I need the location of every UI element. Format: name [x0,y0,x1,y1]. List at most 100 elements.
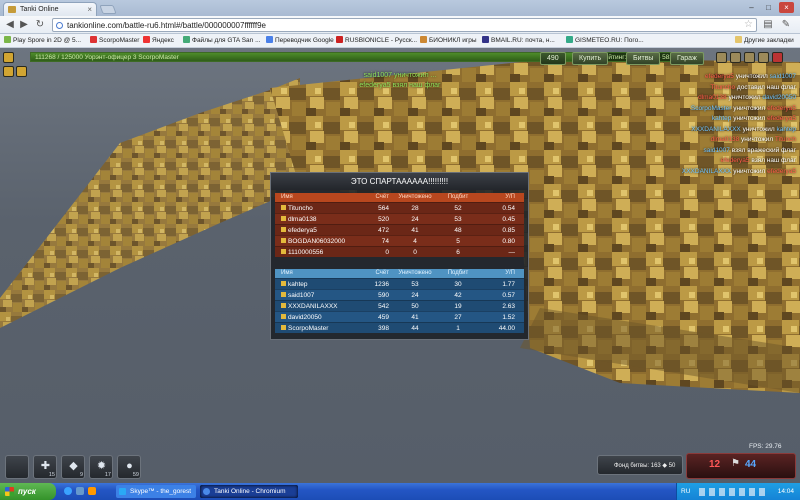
kill-feed-entry: ScorpoMaster уничтожил efederya5 [660,104,796,115]
bookmark-item[interactable]: Яндекс [143,36,174,46]
text-cell: уничтожил [742,125,775,133]
table-header: Имя Счёт Уничтожено Подбит У/П [275,269,524,278]
supply-slot-repair[interactable]: ✚ 15 [33,455,57,479]
bookmark-item[interactable]: Файлы для GTA San ... [183,36,261,46]
rank-icon [281,325,286,330]
supply-slot-damage[interactable]: ✹ 17 [89,455,113,479]
table-row: Titunchо 564 28 52 0.54 [275,202,524,213]
text-cell: said1007 [769,73,796,80]
scoreboard: ЭТО СПАРТАААААА!!!!!!!!! Имя Счёт Уничтоже… [270,172,529,340]
browser-window: Tanki Online × – □ × ◀ ▶ ↻ tankionline.c… [0,0,800,500]
text-cell: Счёт [375,194,389,200]
text-cell: BOGDAN06032000 [288,238,346,245]
rank-icon [281,205,286,210]
bookmark-item[interactable]: GISMETEO.RU: Пого... [566,36,644,46]
battle-title: ЭТО СПАРТАААААА!!!!!!!!! [271,173,528,190]
sound-icon[interactable] [730,52,741,63]
rank-icon [281,216,286,221]
tray-icons[interactable] [699,488,769,496]
wrench-icon[interactable]: ✎ [780,19,792,31]
close-tab-icon[interactable]: × [87,5,92,14]
bookmark-icon [420,36,427,43]
text-cell: Файлы для GTA San ... [192,37,261,44]
garage-button[interactable]: Гараж [670,52,704,65]
ie-icon[interactable] [64,487,72,495]
folder-icon [735,36,742,43]
menu-icon[interactable] [3,52,14,63]
rank-icon [281,238,286,243]
kill-feed-entry: kahtep уничтожил efederya5 [660,114,796,125]
text-cell: уничтожил [735,73,768,80]
text-cell: уничтожил [733,104,766,112]
text-cell: Tituncho [710,83,736,91]
text-cell: Другие закладки [744,37,794,44]
help-icon[interactable] [758,52,769,63]
text-cell: 0 [413,249,417,256]
start-button[interactable]: пуск [0,483,56,500]
fps-counter: FPS: 29.76 [749,443,782,450]
bookmark-item[interactable]: БИОНИКЛ игры [420,36,477,46]
battle-message: said1007 уничтожил ... [363,72,437,79]
text-cell: Битвы [633,55,654,62]
table-row: efederya5 472 41 48 0.85 [275,224,524,235]
bookmark-item[interactable]: ВМАIL.RU: почта, н... [482,36,555,46]
new-tab-button[interactable] [99,5,117,14]
grid-icon[interactable] [3,66,14,77]
table-row: said1007 590 24 42 0.57 [275,289,524,300]
exit-icon[interactable] [772,52,783,63]
rank-icon [281,292,286,297]
table-row: david20050 459 41 27 1.52 [275,311,524,322]
taskbar-item-skype[interactable]: Skype™ - the_gorest [116,485,196,498]
battles-button[interactable]: Битвы [626,52,661,65]
supply-slot-mine[interactable]: ● 59 [117,455,141,479]
supply-slot-armor[interactable]: ◆ 9 [61,455,85,479]
bookmark-item[interactable]: Переводчик Google [266,36,334,46]
supply-slot-1[interactable] [5,455,29,479]
table-row: ScorpoMaster 398 44 1 44.00 [275,322,524,333]
text-cell: dlma0138 [710,136,740,143]
text-cell: dlma0138 [288,216,317,223]
text-cell: GISMETEO.RU: Пого... [575,37,644,44]
text-cell: Titunch [774,136,796,143]
kill-feed-entry: Tituncho доставил наш флаг [660,83,796,94]
table-row: kahtep 1236 53 30 1.77 [275,278,524,289]
text-cell: Фонд битвы: 163 ◆ [614,463,668,469]
close-window-icon[interactable]: × [779,2,794,13]
text-cell: kahtep [776,125,796,133]
media-icon[interactable] [88,487,96,495]
bookmarks-bar: Play Spore in 2D @ 5... ScorpoMaster Янд… [0,34,800,48]
back-icon[interactable]: ◀ [4,19,16,31]
text-cell: БИОНИКЛ игры [429,37,477,44]
bookmark-item[interactable]: Play Spore in 2D @ 5... [4,36,81,46]
fullscreen-icon[interactable] [744,52,755,63]
text-cell: Переводчик Google [275,37,334,44]
text-cell: ScorpoMaster [288,325,329,332]
language-indicator[interactable]: RU [681,483,690,500]
maximize-icon[interactable]: □ [761,2,776,13]
page-menu-icon[interactable]: ▤ [762,19,774,31]
bookmark-item[interactable]: RUSBIONICLE - Русск... [336,36,417,46]
bookmark-star-icon[interactable]: ☆ [744,19,753,30]
minimize-icon[interactable]: – [744,2,759,13]
address-bar[interactable]: tankionline.com/battle-ru6.html#/battle/… [52,18,757,32]
text-cell: 6 [456,249,460,256]
crystals-counter: 490 [540,52,566,65]
clock: 14:04 [777,488,794,495]
settings-small-icon[interactable] [16,66,27,77]
table-row: 1110000556 0 0 6 — [275,246,524,257]
settings-icon[interactable] [716,52,727,63]
text-cell: efederya5 [720,157,750,164]
taskbar-item-chromium[interactable]: Tanki Online - Chromium [200,485,298,498]
flag-icon: ⚑ [731,458,740,469]
bookmark-item[interactable]: ScorpoMaster [90,36,139,46]
buy-button[interactable]: Купить [572,52,609,65]
tab-tanki-online[interactable]: Tanki Online × [3,2,97,16]
forward-icon[interactable]: ▶ [18,19,30,31]
other-bookmarks[interactable]: Другие закладки [735,36,794,46]
reload-icon[interactable]: ↻ [34,19,46,31]
text-cell: said1007 [703,146,730,154]
game-viewport[interactable]: 111268 / 125000 Уорэнт-офицер 3 ScorpoMa… [0,48,800,483]
text-cell: 9 [79,472,83,478]
desktop-icon[interactable] [76,487,84,495]
text-cell: kahtep [711,115,732,122]
